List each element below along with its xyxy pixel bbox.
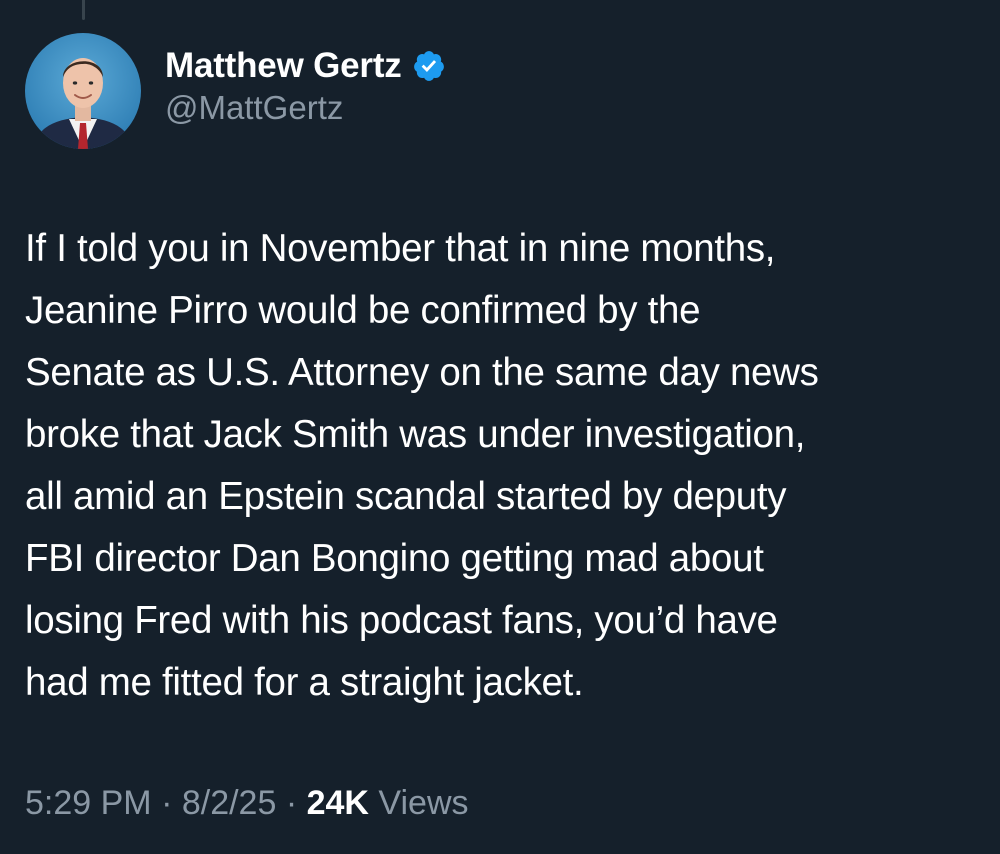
meta-separator: · xyxy=(151,784,182,822)
author-handle[interactable]: @MattGertz xyxy=(165,88,446,128)
tweet-date[interactable]: 8/2/25 xyxy=(182,784,277,822)
tweet-text-line: losing Fred with his podcast fans, you’d… xyxy=(25,599,778,642)
thread-connector-line xyxy=(82,0,85,20)
tweet-text-line: broke that Jack Smith was under investig… xyxy=(25,413,806,456)
profile-photo-icon xyxy=(25,33,141,149)
tweet-text-line: Senate as U.S. Attorney on the same day … xyxy=(25,351,819,394)
tweet-text-line: all amid an Epstein scandal started by d… xyxy=(25,475,787,518)
display-name[interactable]: Matthew Gertz xyxy=(165,46,402,86)
meta-separator: · xyxy=(276,784,307,822)
views-label: Views xyxy=(368,784,469,822)
name-row: Matthew Gertz xyxy=(165,46,446,86)
tweet-metadata: 5:29 PM · 8/2/25 · 24K Views xyxy=(25,780,469,826)
tweet-header: Matthew Gertz @MattGertz xyxy=(25,33,446,149)
tweet-text-line: FBI director Dan Bongino getting mad abo… xyxy=(25,537,764,580)
tweet-text-line: If I told you in November that in nine m… xyxy=(25,227,776,270)
avatar[interactable] xyxy=(25,33,141,149)
tweet-text-line: Jeanine Pirro would be confirmed by the xyxy=(25,289,701,332)
verified-badge-icon[interactable] xyxy=(412,49,446,83)
tweet-text-line: had me fitted for a straight jacket. xyxy=(25,661,584,704)
tweet-time[interactable]: 5:29 PM xyxy=(25,784,152,822)
views-count[interactable]: 24K xyxy=(307,784,369,822)
tweet-text: If I told you in November that in nine m… xyxy=(25,218,985,714)
author-names: Matthew Gertz @MattGertz xyxy=(165,46,446,128)
